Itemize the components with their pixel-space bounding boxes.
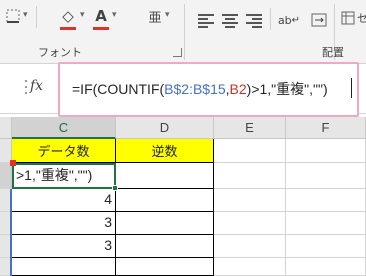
fill-handle[interactable] [112,185,118,191]
cell-style-label[interactable]: セル [357,10,366,26]
font-dialog-launcher-icon[interactable] [173,48,182,57]
alignment-group-label: 配置 [322,46,344,59]
cell-f6[interactable] [286,258,366,276]
phonetic-dropdown-icon[interactable]: ▾ [165,10,170,20]
column-header-d[interactable]: D [116,117,214,139]
font-color-icon[interactable]: A [92,6,110,26]
cell-c1[interactable]: データ数 [12,139,116,163]
ribbon-group-divider [184,4,185,60]
align-right-icon[interactable] [246,14,262,28]
ribbon: ▾ ◇ ▾ A ▾ 亜 ▾ ab↵ セル フォント 配置 [0,0,366,64]
merge-icon[interactable] [310,10,328,30]
cell-e4[interactable] [214,212,286,235]
column-header-e[interactable]: E [214,117,286,139]
cell-f3[interactable] [286,189,366,212]
column-header-c[interactable]: C [12,117,116,139]
formula-part: )>1,"重複","") [246,81,328,97]
cell-c6[interactable] [12,258,116,276]
cell-f5[interactable] [286,235,366,258]
phonetic-glyph: 亜 [148,10,162,26]
font-color-glyph: A [95,7,107,25]
font-group-label: フォント [38,46,82,59]
cell-d6[interactable] [116,258,214,276]
fill-color-swatch [60,27,76,30]
cell-f1[interactable] [286,139,366,163]
cell-f2[interactable] [286,163,366,189]
paint-bucket-glyph: ◇ [62,7,74,25]
column-header-f[interactable]: F [286,117,366,139]
row-header[interactable] [0,163,12,189]
formula-text[interactable]: =IF(COUNTIF(B$2:B$15,B2)>1,"重複","") [72,79,328,99]
cell-d3[interactable] [116,189,214,212]
formula-bar-resize-icon[interactable] [22,80,30,94]
reference-corner-marker [10,160,16,166]
cell-d5[interactable] [116,235,214,258]
font-color-swatch [93,27,109,30]
fill-color-icon[interactable]: ◇ [58,6,78,26]
wrap-text-icon[interactable]: ab ↵ [276,10,302,30]
text-cursor [351,78,352,98]
border-dropdown-icon[interactable]: ▾ [23,10,28,20]
ribbon-divider [36,6,37,28]
ribbon-divider [270,8,271,30]
cell-e5[interactable] [214,235,286,258]
select-all-corner[interactable] [0,117,12,139]
formula-part: B2 [229,81,247,97]
align-center-icon[interactable] [222,14,238,28]
cell-f4[interactable] [286,212,366,235]
cell-c4[interactable]: 3 [12,212,116,235]
cell-d2[interactable] [116,163,214,189]
cell-e1[interactable] [214,139,286,163]
name-box[interactable] [0,72,20,100]
active-cell-c2[interactable]: >1,"重複","") [12,163,116,189]
cell-d4[interactable] [116,212,214,235]
cell-c5[interactable]: 3 [12,235,116,258]
cell-d1[interactable]: 逆数 [116,139,214,163]
font-color-dropdown-icon[interactable]: ▾ [112,10,117,20]
fill-color-dropdown-icon[interactable]: ▾ [80,10,85,20]
align-left-icon[interactable] [198,14,214,28]
cell-style-icon[interactable] [340,8,356,28]
formula-part: B$2:B$15 [164,81,226,97]
formula-part: =IF(COUNTIF( [72,81,165,97]
cell-c3[interactable]: 4 [12,189,116,212]
cell-e3[interactable] [214,189,286,212]
cell-e6[interactable] [214,258,286,276]
phonetic-icon[interactable]: 亜 [146,6,164,26]
insert-function-icon[interactable]: fx [30,78,46,94]
border-icon[interactable] [4,6,22,26]
wrap-text-glyph: ab [277,13,292,27]
cell-e2[interactable] [214,163,286,189]
